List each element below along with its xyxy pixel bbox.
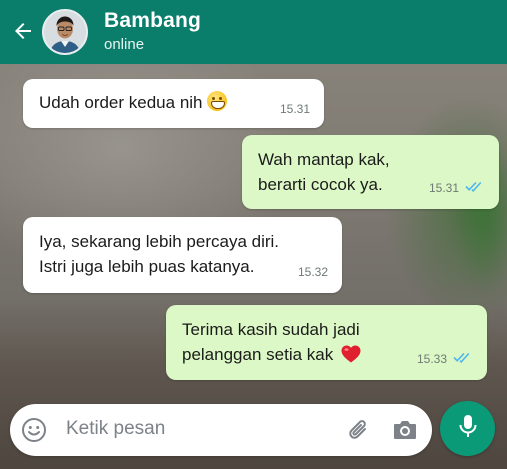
message-bubble-outgoing[interactable]: Wah mantap kak, berarti cocok ya. 15.31: [242, 135, 499, 209]
message-text-line: berarti cocok ya.: [258, 175, 383, 194]
message-composer: Ketik pesan: [10, 404, 432, 456]
message-text-line: pelanggan setia kak: [182, 345, 334, 364]
paperclip-icon[interactable]: [346, 417, 372, 443]
message-time: 15.31: [279, 102, 310, 116]
message-bubble-incoming[interactable]: Udah order kedua nih 15.31: [23, 79, 324, 128]
contact-name[interactable]: Bambang: [104, 9, 201, 33]
message-text: Udah order kedua nih: [39, 93, 203, 112]
message-time: 15.33: [416, 352, 447, 366]
back-arrow-icon[interactable]: [10, 18, 36, 44]
message-bubble-outgoing[interactable]: Terima kasih sudah jadi pelanggan setia …: [166, 305, 487, 380]
message-text-line: Wah mantap kak,: [258, 150, 390, 169]
microphone-button[interactable]: [440, 401, 495, 456]
microphone-icon: [456, 413, 480, 444]
red-heart-emoji-icon: [341, 345, 361, 370]
message-time: 15.31: [428, 181, 459, 195]
message-time: 15.32: [297, 265, 328, 279]
message-text-line: Istri juga lebih puas katanya.: [39, 257, 255, 276]
message-text-line: Iya, sekarang lebih percaya diri.: [39, 232, 280, 251]
double-check-icon: [465, 176, 485, 201]
chat-header: Bambang online: [0, 0, 507, 64]
camera-icon[interactable]: [392, 418, 418, 442]
message-input[interactable]: Ketik pesan: [66, 418, 165, 440]
message-text-line: Terima kasih sudah jadi: [182, 320, 360, 339]
contact-status: online: [104, 36, 145, 53]
message-bubble-incoming[interactable]: Iya, sekarang lebih percaya diri. Istri …: [23, 217, 342, 293]
double-check-icon: [453, 347, 473, 372]
grinning-face-emoji-icon: [206, 91, 227, 111]
avatar[interactable]: [42, 9, 88, 55]
emoji-smiley-icon[interactable]: [21, 417, 47, 443]
